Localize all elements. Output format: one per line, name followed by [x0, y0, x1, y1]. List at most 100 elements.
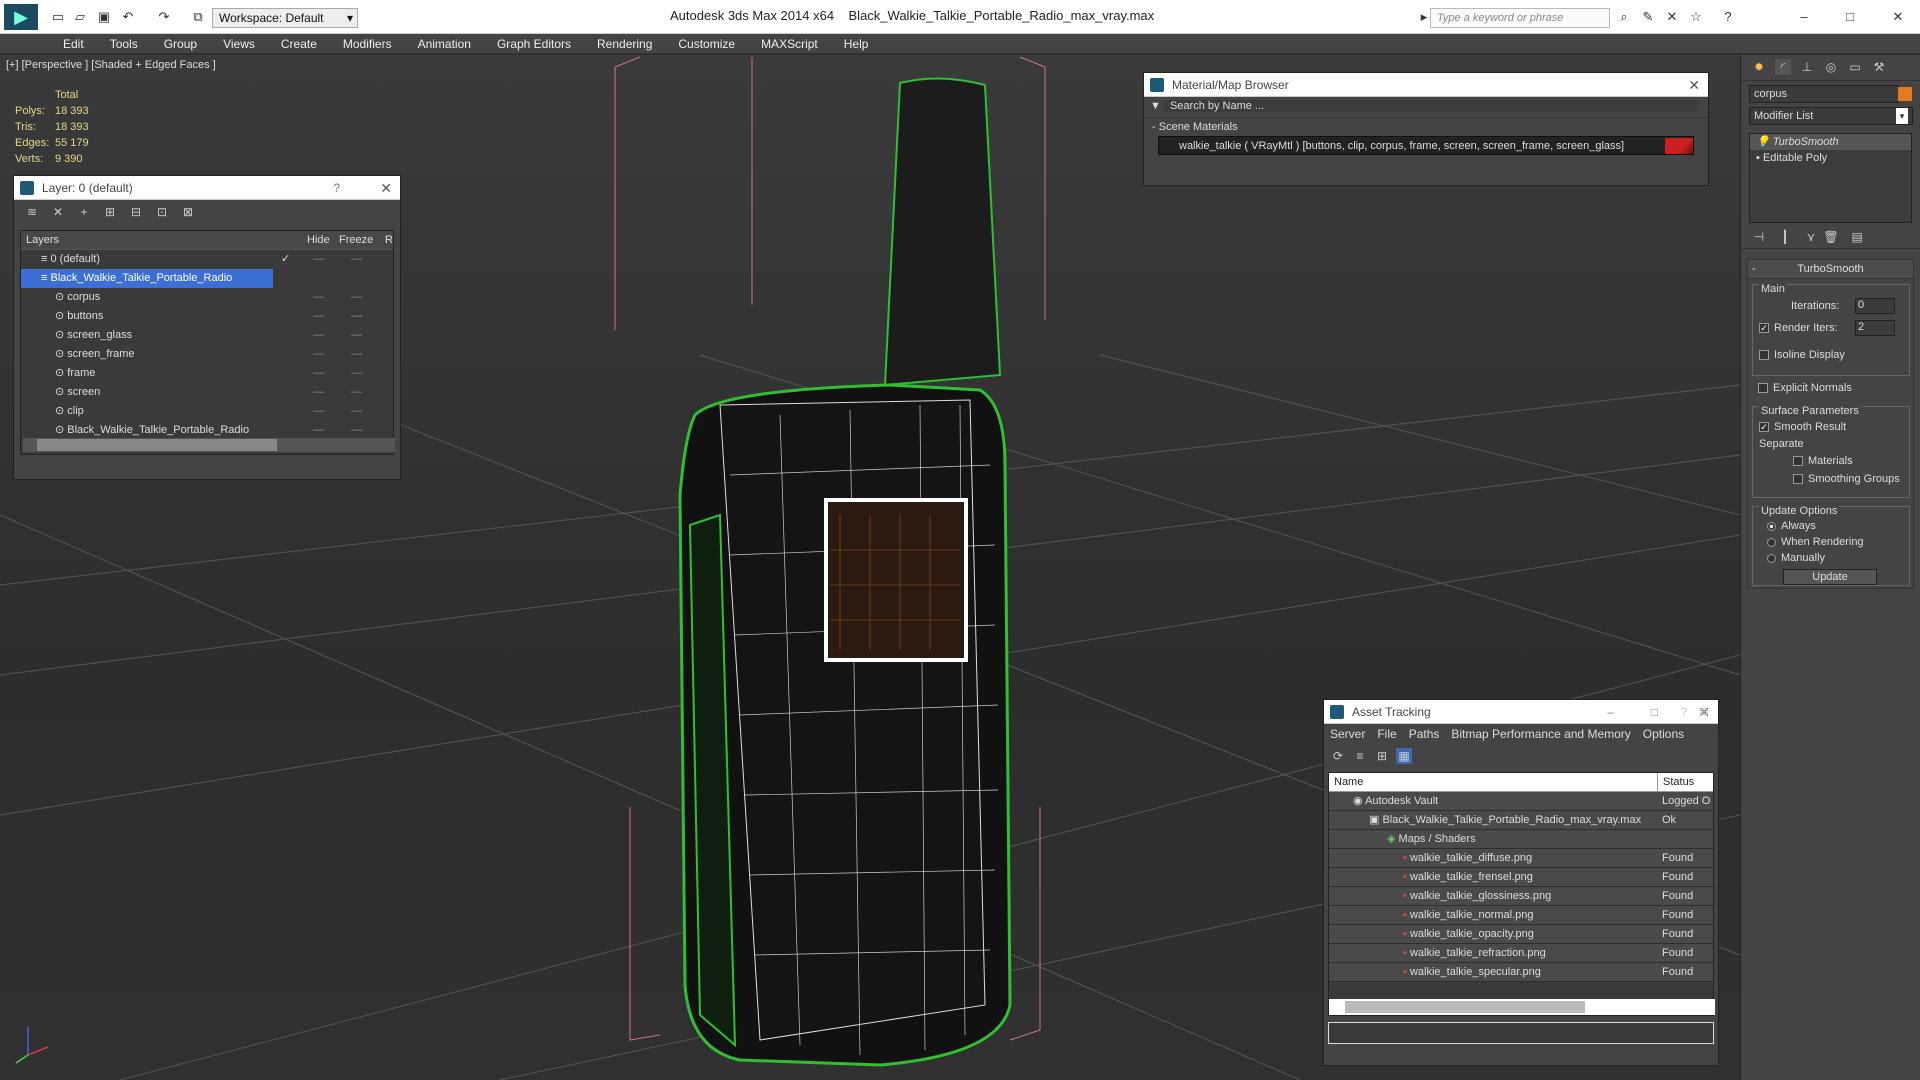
asset-menu-file[interactable]: File	[1371, 727, 1402, 741]
layer-row-selected[interactable]: ≡ Black_Walkie_Talkie_Portable_Radio	[21, 269, 273, 288]
close-icon[interactable]: ✕	[1688, 73, 1700, 97]
help-icon[interactable]: ?	[1676, 704, 1692, 720]
undo-icon[interactable]: ↶	[120, 9, 136, 25]
favorites-icon[interactable]: ☆	[1688, 9, 1704, 25]
render-iters-spinner[interactable]: 2	[1855, 320, 1895, 336]
menu-modifiers[interactable]: Modifiers	[330, 34, 405, 54]
object-row[interactable]: ⊙ frame — —	[21, 364, 393, 383]
col-name[interactable]: Name	[1329, 776, 1363, 788]
asset-row[interactable]: ▪ walkie_talkie_diffuse.png Found	[1329, 849, 1713, 868]
menu-edit[interactable]: Edit	[50, 34, 97, 54]
iterations-spinner[interactable]: 0	[1855, 298, 1895, 314]
render-iters-checkbox[interactable]: ✓	[1759, 323, 1769, 334]
menu-animation[interactable]: Animation	[405, 34, 484, 54]
binoculars-icon[interactable]: ⌕	[1616, 9, 1632, 25]
select-objects-icon[interactable]: ⊞	[102, 204, 118, 220]
col-freeze[interactable]: Freeze	[339, 231, 373, 250]
tree-view-icon[interactable]: ⊞	[1374, 748, 1390, 764]
object-row[interactable]: ⊙ screen_glass — —	[21, 326, 393, 345]
hierarchy-tab-icon[interactable]: ⊥	[1799, 59, 1815, 75]
delete-icon[interactable]: ✕	[50, 204, 66, 220]
scene-materials-header[interactable]: - Scene Materials	[1144, 117, 1708, 136]
col-render[interactable]: R	[385, 231, 393, 250]
object-row[interactable]: ⊙ screen_frame — —	[21, 345, 393, 364]
smoothing-groups-checkbox[interactable]	[1793, 474, 1803, 485]
materials-checkbox[interactable]	[1793, 456, 1803, 467]
refresh-icon[interactable]: ⟳	[1330, 748, 1346, 764]
always-radio[interactable]	[1767, 521, 1776, 531]
object-row[interactable]: ⊙ screen — —	[21, 383, 393, 402]
project-icon[interactable]: ⧉	[190, 9, 206, 25]
asset-menu-paths[interactable]: Paths	[1403, 727, 1446, 741]
asset-row[interactable]: ◉ Autodesk Vault Logged O	[1329, 792, 1713, 811]
asset-path-field[interactable]	[1328, 1022, 1714, 1044]
list-view-icon[interactable]: ≡	[1352, 748, 1368, 764]
menu-create[interactable]: Create	[268, 34, 330, 54]
modify-tab-icon[interactable]: ◜	[1775, 59, 1791, 75]
workspace-dropdown[interactable]: Workspace: Default ▾	[212, 8, 358, 28]
layers-icon[interactable]: ≋	[24, 204, 40, 220]
asset-row[interactable]: ▪ walkie_talkie_opacity.png Found	[1329, 925, 1713, 944]
help-icon[interactable]: ?	[333, 176, 340, 200]
menu-tools[interactable]: Tools	[97, 34, 151, 54]
remove-modifier-icon[interactable]: 🗑	[1823, 229, 1839, 245]
close-icon[interactable]: ✕	[380, 176, 392, 200]
object-color-swatch[interactable]	[1898, 87, 1912, 101]
asset-row[interactable]: ▪ walkie_talkie_specular.png Found	[1329, 963, 1713, 982]
close-icon[interactable]: ✕	[1890, 9, 1906, 25]
new-file-icon[interactable]: ▭	[50, 9, 66, 25]
stack-item-editable-poly[interactable]: ▪ Editable Poly	[1750, 150, 1911, 166]
asset-row[interactable]: ▣ Black_Walkie_Talkie_Portable_Radio_max…	[1329, 811, 1713, 830]
modifier-list-dropdown[interactable]: Modifier List ▾	[1749, 107, 1913, 125]
settings-icon[interactable]: ⚙	[1696, 704, 1712, 720]
object-row[interactable]: ⊙ clip — —	[21, 402, 393, 421]
menu-help[interactable]: Help	[831, 34, 882, 54]
highlight-icon[interactable]: ⊟	[128, 204, 144, 220]
asset-menu-server[interactable]: Server	[1324, 727, 1371, 741]
viewport-label[interactable]: [+] [Perspective ] [Shaded + Edged Faces…	[6, 59, 216, 71]
asset-menu-bitmap[interactable]: Bitmap Performance and Memory	[1445, 727, 1636, 741]
object-row[interactable]: ⊙ buttons — —	[21, 307, 393, 326]
col-status[interactable]: Status	[1657, 773, 1694, 792]
display-tab-icon[interactable]: ▭	[1847, 59, 1863, 75]
app-logo-icon[interactable]: ▶	[4, 4, 38, 30]
walkie-talkie-model[interactable]	[678, 77, 1012, 1067]
open-file-icon[interactable]: ▱	[72, 9, 88, 25]
asset-row[interactable]: ◈ Maps / Shaders	[1329, 830, 1713, 849]
asset-menu-options[interactable]: Options	[1637, 727, 1690, 741]
rollout-header[interactable]: - TurboSmooth	[1748, 260, 1913, 279]
save-file-icon[interactable]: ▣	[96, 9, 112, 25]
object-row[interactable]: ⊙ corpus — —	[21, 288, 393, 307]
create-tab-icon[interactable]: ✸	[1751, 59, 1767, 75]
layer-row[interactable]: ≡ 0 (default) ✓ — —	[21, 250, 393, 269]
col-layers[interactable]: Layers	[21, 234, 59, 246]
asset-row[interactable]: ▪ walkie_talkie_glossiness.png Found	[1329, 887, 1713, 906]
horizontal-scrollbar[interactable]	[23, 438, 395, 452]
minimize-icon[interactable]: –	[1796, 9, 1812, 25]
menu-graph-editors[interactable]: Graph Editors	[484, 34, 584, 54]
utilities-tab-icon[interactable]: ⚒	[1871, 59, 1887, 75]
configure-sets-icon[interactable]: ▤	[1849, 229, 1865, 245]
update-button[interactable]: Update	[1783, 569, 1877, 585]
freeze-all-icon[interactable]: ⊠	[180, 204, 196, 220]
col-hide[interactable]: Hide	[307, 231, 330, 250]
asset-row[interactable]: ▪ walkie_talkie_normal.png Found	[1329, 906, 1713, 925]
communication-icon[interactable]: ✎	[1640, 9, 1656, 25]
table-view-icon[interactable]: ▦	[1396, 748, 1412, 764]
show-end-result-icon[interactable]: ┃	[1777, 229, 1793, 245]
material-item[interactable]: walkie_talkie ( VRayMtl ) [buttons, clip…	[1158, 136, 1694, 155]
object-name-input[interactable]: corpus	[1749, 85, 1899, 103]
when-rendering-radio[interactable]	[1767, 537, 1776, 547]
motion-tab-icon[interactable]: ◎	[1823, 59, 1839, 75]
menu-maxscript[interactable]: MAXScript	[748, 34, 831, 54]
smooth-result-checkbox[interactable]: ✓	[1759, 422, 1769, 433]
manually-radio[interactable]	[1767, 553, 1776, 563]
redo-icon[interactable]: ↷	[156, 9, 172, 25]
pin-stack-icon[interactable]: ⊣	[1751, 229, 1767, 245]
add-icon[interactable]: +	[76, 204, 92, 220]
menu-rendering[interactable]: Rendering	[584, 34, 665, 54]
material-search-input[interactable]: Search by Name ...	[1163, 100, 1698, 112]
help-icon[interactable]: ?	[1720, 9, 1736, 25]
search-input[interactable]: Type a keyword or phrase	[1430, 8, 1610, 28]
subscription-icon[interactable]: ✕	[1664, 9, 1680, 25]
